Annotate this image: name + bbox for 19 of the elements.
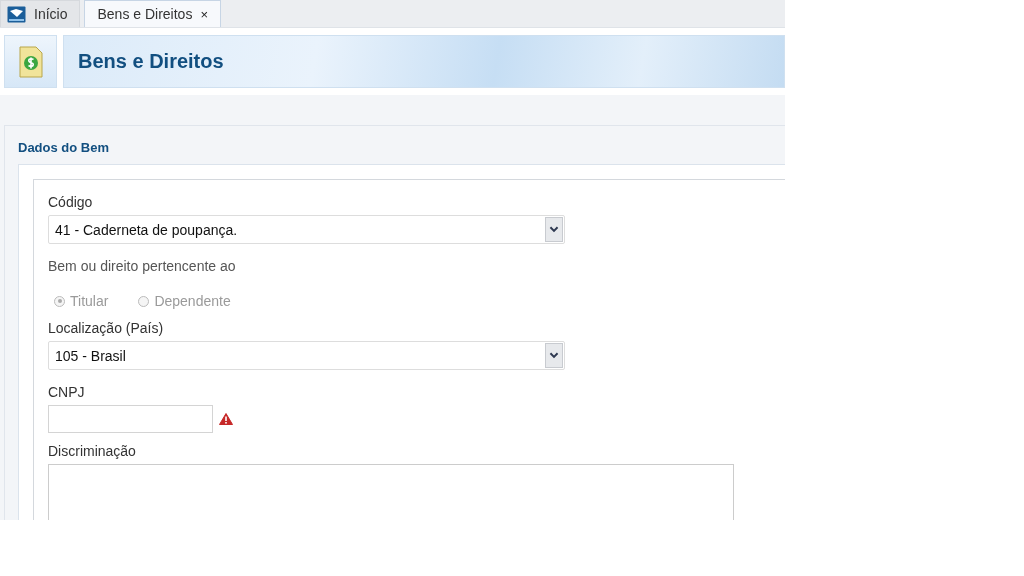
close-icon[interactable]: × xyxy=(200,6,208,22)
envelope-icon xyxy=(7,5,26,23)
tab[interactable]: Início xyxy=(0,0,81,27)
input-field[interactable] xyxy=(48,405,213,433)
money-document-icon xyxy=(18,45,43,78)
warning-icon xyxy=(219,413,233,425)
dropdown[interactable]: 105 - Brasil xyxy=(48,341,565,370)
field-label: Localização (País) xyxy=(48,320,165,336)
chevron-down-icon[interactable] xyxy=(545,343,563,368)
chevron-down-icon[interactable] xyxy=(545,217,563,242)
field-label: CNPJ xyxy=(48,384,86,400)
tab[interactable]: Bens e Direitos × xyxy=(84,0,221,27)
section-title: Dados do Bem xyxy=(18,140,110,155)
field-label: Bem ou direito pertencente ao xyxy=(48,258,237,274)
text-area[interactable] xyxy=(48,464,734,520)
field-label: Discriminação xyxy=(48,443,137,459)
page-title: Bens e Direitos xyxy=(78,50,224,73)
dropdown[interactable]: 41 - Caderneta de poupança. xyxy=(48,215,565,244)
field-label: Código xyxy=(48,194,94,210)
